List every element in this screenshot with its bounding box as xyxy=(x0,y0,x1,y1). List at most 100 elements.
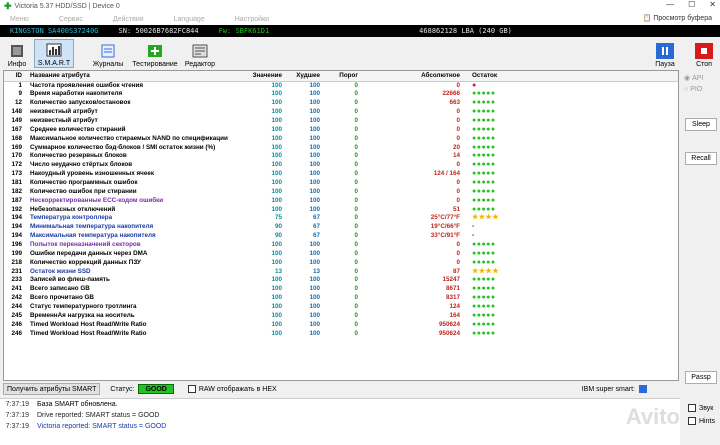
attr-raw: 0 xyxy=(456,249,460,257)
attr-rest: ●●●●● xyxy=(472,170,496,178)
radio-api[interactable]: ◉ API xyxy=(684,74,703,83)
stop-button[interactable]: Стоп xyxy=(692,39,716,68)
table-row[interactable]: 192 Небезопасных отключений 100 100 0 51 ●●●●● xyxy=(4,206,678,215)
passp-button[interactable]: Passp xyxy=(685,371,717,384)
attr-id: 181 xyxy=(11,178,22,186)
attr-rest: ★★★★ xyxy=(472,267,500,275)
menu-item-language[interactable]: Language xyxy=(174,16,205,23)
table-row[interactable]: 196 Попыток переназначений секторов 100 100… xyxy=(4,241,678,250)
close-icon[interactable]: ✕ xyxy=(709,0,716,9)
table-row[interactable]: 246 Timed Workload Host Read/Write Ratio 1… xyxy=(4,330,678,339)
col-worst[interactable]: Худшее xyxy=(284,71,322,82)
attr-value: 100 xyxy=(271,99,282,107)
col-rest[interactable]: Остаток xyxy=(462,71,522,82)
col-value[interactable]: Значение xyxy=(246,71,284,82)
attr-worst: 100 xyxy=(309,205,320,213)
col-raw[interactable]: Абсолютное xyxy=(360,71,462,82)
tab-testing[interactable]: Тестирование xyxy=(131,39,179,68)
attr-worst: 100 xyxy=(309,311,320,319)
attr-name: Число неудачно стёртых блоков xyxy=(30,161,133,169)
table-row[interactable]: 9 Время наработки накопителя 100 100 0 22666 ●… xyxy=(4,90,678,99)
table-row[interactable]: 218 Количество коррекций данных ПЗУ 100 100… xyxy=(4,259,678,268)
col-id[interactable]: ID xyxy=(4,71,28,82)
menu-item-menu[interactable]: Меню xyxy=(10,16,29,23)
table-row[interactable]: 244 Статус температурного тротлинга 100 100… xyxy=(4,303,678,312)
attr-value: 75 xyxy=(274,214,282,222)
clipboard-view-button[interactable]: 📋 Просмотр буфера xyxy=(643,14,712,23)
sound-checkbox[interactable]: Звук xyxy=(688,404,713,412)
attr-rest: - xyxy=(472,232,475,240)
attr-worst: 100 xyxy=(309,161,320,169)
attr-name: ВременнАя нагрузка на носитель xyxy=(30,311,135,319)
table-header-row: ID Название атрибута Значение Худшее Пор… xyxy=(4,71,678,82)
table-row[interactable]: 187 Нескорректированные ECC-кодом ошибки 1… xyxy=(4,197,678,206)
attr-raw: 0 xyxy=(456,108,460,116)
table-row[interactable]: 194 Температура контроллера 75 67 0 25°C/77°F… xyxy=(4,214,678,223)
attr-value: 100 xyxy=(271,178,282,186)
attr-name: Минимальная температура накопителя xyxy=(30,223,154,231)
attr-id: 242 xyxy=(11,294,22,302)
attr-id: 172 xyxy=(11,161,22,169)
attr-id: 194 xyxy=(11,223,22,231)
attr-id: 192 xyxy=(11,205,22,213)
attr-rest: ★★★★ xyxy=(472,214,500,222)
attr-value: 100 xyxy=(271,276,282,284)
table-row[interactable]: 1 Частота проявления ошибок чтения 100 100 0… xyxy=(4,81,678,90)
menu-item-settings[interactable]: Настройки xyxy=(235,16,269,23)
pause-button[interactable]: Пауза xyxy=(652,39,678,68)
tab-journals[interactable]: Журналы xyxy=(88,39,128,68)
tab-info[interactable]: Инфо xyxy=(3,39,31,68)
table-row[interactable]: 173 Накоудный уровень изношенных ячеек 100… xyxy=(4,170,678,179)
attr-id: 194 xyxy=(11,214,22,222)
pause-icon xyxy=(656,43,674,59)
table-row[interactable]: 12 Количество запусков/остановок 100 100 0 66… xyxy=(4,99,678,108)
minimize-icon[interactable]: — xyxy=(666,0,674,9)
table-row[interactable]: 172 Число неудачно стёртых блоков 100 100 0 0… xyxy=(4,161,678,170)
title-bar: ✚ Victoria 5.37 HDD/SSD | Device 0 — ☐ ✕ xyxy=(0,0,720,13)
table-row[interactable]: 242 Всего прочитано GB 100 100 0 8317 ●●●●● xyxy=(4,294,678,303)
table-row[interactable]: 149 неизвестный атрибут 100 100 0 0 ●●●●● xyxy=(4,117,678,126)
attr-rest: ●●●●● xyxy=(472,240,496,248)
attr-name: Частота проявления ошибок чтения xyxy=(30,81,144,89)
table-row[interactable]: 194 Минимальная температура накопителя 90 6… xyxy=(4,223,678,232)
table-row[interactable]: 194 Максимальная температура накопителя 90… xyxy=(4,232,678,241)
sleep-button[interactable]: Sleep xyxy=(685,118,717,131)
tab-editor[interactable]: Редактор xyxy=(182,39,218,68)
attr-threshold: 0 xyxy=(354,187,358,195)
attr-id: 233 xyxy=(11,276,22,284)
log-text: Victoria reported: SMART status = GOOD xyxy=(37,423,167,430)
checkbox-icon xyxy=(688,404,696,412)
table-row[interactable]: 170 Количество резервных блоков 100 100 0 14 ●… xyxy=(4,152,678,161)
menu-item-service[interactable]: Сервис xyxy=(59,16,83,23)
recall-button[interactable]: Recall xyxy=(685,152,717,165)
attr-value: 100 xyxy=(271,161,282,169)
tab-smart[interactable]: S.M.A.R.T xyxy=(34,39,74,68)
attr-id: 244 xyxy=(11,302,22,310)
col-threshold[interactable]: Порог xyxy=(322,71,360,82)
attr-threshold: 0 xyxy=(354,161,358,169)
table-row[interactable]: 181 Количество программных ошибок 100 100 0 0… xyxy=(4,179,678,188)
radio-pio[interactable]: ○ PIO xyxy=(684,86,702,93)
table-row[interactable]: 199 Ошибки передачи данных через DMA 100 10… xyxy=(4,250,678,259)
attr-name: Всего прочитано GB xyxy=(30,294,94,302)
table-row[interactable]: 246 Timed Workload Host Read/Write Ratio 1… xyxy=(4,321,678,330)
ibm-super-smart[interactable]: IBM super smart: xyxy=(582,385,650,393)
table-row[interactable]: 233 Записей во флеш-память 100 100 0 15247 ●●●… xyxy=(4,276,678,285)
attr-value: 100 xyxy=(271,116,282,124)
attr-name: неизвестный атрибут xyxy=(30,116,98,124)
col-name[interactable]: Название атрибута xyxy=(28,71,246,82)
table-row[interactable]: 245 ВременнАя нагрузка на носитель 100 100 0… xyxy=(4,312,678,321)
get-smart-button[interactable]: Получить атрибуты SMART xyxy=(3,383,101,395)
attr-threshold: 0 xyxy=(354,320,358,328)
table-row[interactable]: 182 Количество ошибок при стирании 100 100 0… xyxy=(4,188,678,197)
hints-checkbox[interactable]: Hints xyxy=(688,417,715,425)
table-row[interactable]: 148 неизвестный атрибут 100 100 0 0 ●●●●● xyxy=(4,108,678,117)
table-row[interactable]: 241 Всего записано GB 100 100 0 8671 ●●●●● xyxy=(4,285,678,294)
table-row[interactable]: 168 Максимальное количество стираемых NAN… xyxy=(4,135,678,144)
attr-worst: 100 xyxy=(309,294,320,302)
menu-item-actions[interactable]: Действия xyxy=(113,16,144,23)
maximize-icon[interactable]: ☐ xyxy=(688,0,695,9)
attr-worst: 67 xyxy=(312,223,320,231)
table-row[interactable]: 167 Среднее количество стираний 100 100 0 0 ●●… xyxy=(4,126,678,135)
raw-hex-checkbox[interactable]: RAW отображать в HEX xyxy=(187,385,277,393)
